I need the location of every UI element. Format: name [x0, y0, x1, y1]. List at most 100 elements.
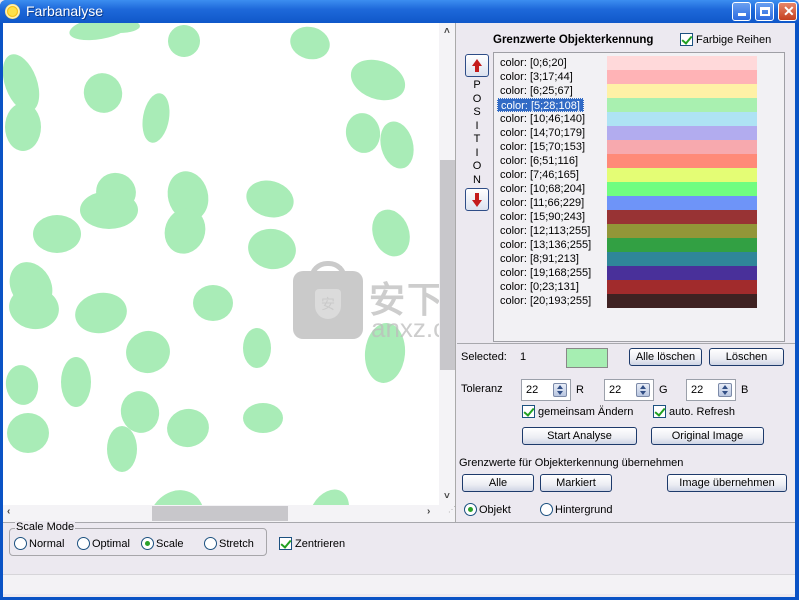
radio-unselected-icon[interactable]	[204, 537, 217, 550]
checkbox-check-icon[interactable]	[279, 537, 292, 550]
list-item[interactable]: color: [8;91;213]	[497, 252, 582, 266]
tolerance-r-spinner[interactable]: 22	[521, 379, 571, 401]
color-swatch	[607, 84, 757, 98]
scroll-right-icon[interactable]: ›	[427, 506, 430, 517]
position-letter: I	[475, 119, 479, 132]
scroll-left-icon[interactable]: ‹	[7, 506, 10, 517]
list-item[interactable]: color: [12;113;255]	[497, 224, 593, 238]
scroll-up-icon[interactable]: ˄	[444, 26, 450, 37]
color-swatch	[607, 182, 757, 196]
checkbox-check-icon[interactable]	[680, 33, 693, 46]
list-item[interactable]: color: [20;193;255]	[497, 294, 594, 308]
title-bar[interactable]: Farbanalyse ✕	[0, 0, 799, 23]
highlighted-cell	[242, 175, 298, 223]
original-image-button[interactable]: Original Image	[651, 427, 764, 445]
list-item[interactable]: color: [14;70;179]	[497, 126, 588, 140]
apply-image-button[interactable]: Image übernehmen	[667, 474, 787, 492]
radio-selected-icon[interactable]	[141, 537, 154, 550]
apply-marked-button[interactable]: Markiert	[540, 474, 612, 492]
radio-unselected-icon[interactable]	[14, 537, 27, 550]
spinner-arrows-icon[interactable]	[553, 383, 567, 397]
highlighted-cell	[164, 405, 212, 451]
auto-refresh-checkbox[interactable]: auto. Refresh	[653, 405, 735, 418]
highlighted-cell	[300, 482, 358, 505]
arrow-down-icon	[472, 200, 482, 207]
tolerance-b-value[interactable]: 22	[691, 384, 703, 396]
color-swatch	[607, 126, 757, 140]
color-swatch	[607, 56, 757, 70]
start-analysis-button[interactable]: Start Analyse	[522, 427, 637, 445]
horizontal-scroll-thumb[interactable]	[152, 506, 288, 521]
arrow-down-stem	[475, 193, 479, 200]
scroll-down-icon[interactable]: ˅	[444, 491, 450, 502]
list-item[interactable]: color: [19;168;255]	[497, 266, 594, 280]
spinner-arrows-icon[interactable]	[636, 383, 650, 397]
center-checkbox[interactable]: Zentrieren	[279, 537, 345, 550]
radio-unselected-icon[interactable]	[77, 537, 90, 550]
position-label: POSITION	[471, 79, 483, 187]
tolerance-g-spinner[interactable]: 22	[604, 379, 654, 401]
highlighted-cell	[345, 52, 411, 108]
list-item[interactable]: color: [15;90;243]	[497, 210, 588, 224]
radio-selected-icon[interactable]	[464, 503, 477, 516]
vertical-scrollbar[interactable]: ˄ ˅	[439, 23, 455, 505]
list-item[interactable]: color: [6;25;67]	[497, 84, 576, 98]
radio-background[interactable]: Hintergrund	[540, 503, 612, 516]
tolerance-r-value[interactable]: 22	[526, 384, 538, 396]
vertical-scroll-thumb[interactable]	[440, 160, 455, 370]
highlighted-cell	[107, 426, 137, 472]
settings-panel: Grenzwerte Objekterkennung Farbige Reihe…	[457, 23, 795, 522]
highlighted-cell	[163, 23, 205, 62]
scale-scale-radio[interactable]: Scale	[141, 537, 184, 550]
checkbox-check-icon[interactable]	[522, 405, 535, 418]
close-button[interactable]: ✕	[778, 2, 797, 21]
highlighted-cell	[286, 23, 334, 64]
color-swatch	[607, 224, 757, 238]
colored-rows-label: Farbige Reihen	[696, 33, 772, 46]
move-down-button[interactable]	[465, 188, 489, 211]
radio-object[interactable]: Objekt	[464, 503, 511, 516]
change-together-checkbox[interactable]: gemeinsam Ändern	[522, 405, 633, 418]
group-title: Grenzwerte Objekterkennung	[493, 34, 654, 46]
scale-optimal-radio[interactable]: Optimal	[77, 537, 130, 550]
image-canvas[interactable]	[3, 23, 439, 505]
list-item[interactable]: color: [10;68;204]	[497, 182, 588, 196]
list-item[interactable]: color: [6;51;116]	[497, 154, 581, 168]
list-item[interactable]: color: [0;23;131]	[497, 280, 582, 294]
list-item[interactable]: color: [5;28;108]	[497, 98, 584, 112]
delete-button[interactable]: Löschen	[709, 348, 784, 366]
list-item[interactable]: color: [0;6;20]	[497, 56, 570, 70]
clear-all-button[interactable]: Alle löschen	[629, 348, 702, 366]
client-area: 安 安下载 anxz.com ˄ ˅ ‹ › ⋰ Grenzwerte Obje…	[3, 23, 795, 597]
scale-stretch-radio[interactable]: Stretch	[204, 537, 254, 550]
list-item[interactable]: color: [11;66;229]	[497, 196, 587, 210]
apply-all-button[interactable]: Alle	[462, 474, 534, 492]
list-item[interactable]: color: [7;46;165]	[497, 168, 582, 182]
checkbox-check-icon[interactable]	[653, 405, 666, 418]
horizontal-scrollbar[interactable]: ‹ ›	[3, 505, 439, 522]
highlighted-cell	[243, 403, 283, 433]
list-item[interactable]: color: [10;46;140]	[497, 112, 588, 126]
list-item[interactable]: color: [13;136;255]	[497, 238, 594, 252]
radio-unselected-icon[interactable]	[540, 503, 553, 516]
arrow-up-stem	[475, 65, 479, 72]
scale-mode-legend: Scale Mode	[15, 521, 76, 533]
color-swatch	[607, 112, 757, 126]
scale-optimal-label: Optimal	[92, 537, 130, 550]
auto-refresh-label: auto. Refresh	[669, 405, 736, 418]
list-item[interactable]: color: [3;17;44]	[497, 70, 576, 84]
tolerance-b-spinner[interactable]: 22	[686, 379, 736, 401]
list-item[interactable]: color: [15;70;153]	[497, 140, 588, 154]
color-swatch	[607, 266, 757, 280]
spinner-arrows-icon[interactable]	[718, 383, 732, 397]
move-up-button[interactable]	[465, 54, 489, 77]
colored-rows-checkbox[interactable]: Farbige Reihen	[680, 33, 771, 46]
highlighted-cell	[33, 215, 81, 253]
maximize-icon	[760, 7, 770, 16]
threshold-list[interactable]: color: [0;6;20] color: [3;17;44] color: [6…	[493, 52, 785, 342]
change-together-label: gemeinsam Ändern	[538, 405, 634, 418]
tolerance-g-value[interactable]: 22	[609, 384, 621, 396]
minimize-button[interactable]	[732, 2, 751, 21]
maximize-button[interactable]	[755, 2, 774, 21]
scale-normal-radio[interactable]: Normal	[14, 537, 64, 550]
